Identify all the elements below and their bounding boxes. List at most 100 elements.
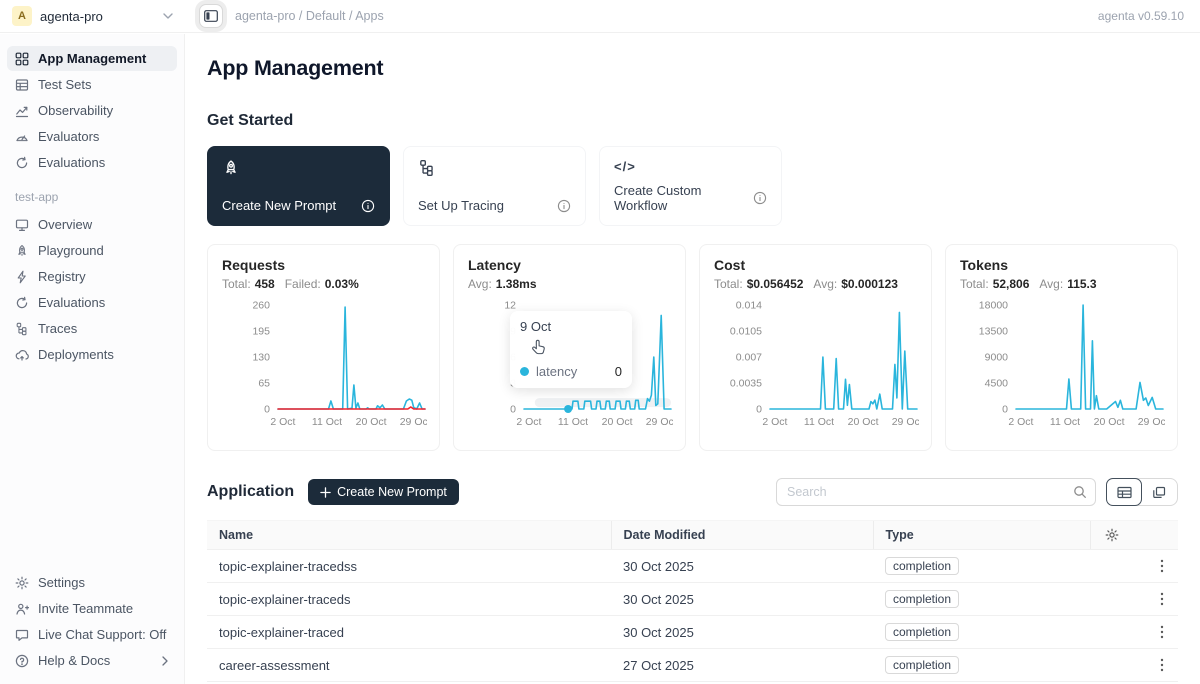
- cost-chart: 00.00350.0070.01050.0142 Oct11 Oct20 Oct…: [714, 297, 919, 437]
- table-row[interactable]: topic-explainer-traced 30 Oct 2025 compl…: [207, 616, 1178, 649]
- sidebar-item-app-management[interactable]: App Management: [7, 46, 177, 71]
- sidebar-item-label: Registry: [38, 269, 86, 284]
- trace-tree-icon: [15, 322, 29, 336]
- sidebar-item-invite-teammate[interactable]: Invite Teammate: [7, 596, 177, 621]
- sidebar-item-evaluators[interactable]: Evaluators: [7, 124, 177, 149]
- type-badge: completion: [885, 590, 959, 608]
- sidebar-item-deployments[interactable]: Deployments: [7, 342, 177, 367]
- svg-text:130: 130: [252, 352, 270, 364]
- info-icon: [557, 199, 571, 213]
- sidebar-item-label: Help & Docs: [38, 653, 110, 668]
- sidebar-item-observability[interactable]: Observability: [7, 98, 177, 123]
- row-actions-button[interactable]: [1158, 656, 1166, 674]
- svg-text:0: 0: [510, 404, 516, 416]
- svg-text:20 Oct: 20 Oct: [848, 416, 879, 428]
- sidebar-item-label: Settings: [38, 575, 85, 590]
- stat-label: Total:: [714, 277, 743, 291]
- series-dot: [520, 367, 529, 376]
- workspace-name: agenta-pro: [40, 9, 103, 24]
- workspace-avatar: A: [12, 6, 32, 26]
- sidebar-item-settings[interactable]: Settings: [7, 570, 177, 595]
- svg-text:2 Oct: 2 Oct: [1008, 416, 1033, 428]
- plus-icon: [320, 487, 331, 498]
- app-name: career-assessment: [207, 649, 611, 682]
- sidebar-item-label: Observability: [38, 103, 113, 118]
- chart-title: Cost: [714, 257, 917, 273]
- svg-text:29 Oct: 29 Oct: [646, 416, 673, 428]
- sidebar-toggle-button[interactable]: [199, 4, 223, 28]
- sidebar-item-evaluations-project[interactable]: Evaluations: [7, 290, 177, 315]
- sidebar-item-playground[interactable]: Playground: [7, 238, 177, 263]
- metrics-cards: Requests Total:458Failed:0.03% 065130195…: [207, 244, 1178, 451]
- stat-value: $0.056452: [747, 277, 804, 291]
- gauge-icon: [15, 130, 29, 144]
- hand-cursor-icon: [530, 337, 549, 356]
- sidebar-item-overview[interactable]: Overview: [7, 212, 177, 237]
- row-actions-button[interactable]: [1158, 623, 1166, 641]
- svg-text:20 Oct: 20 Oct: [1094, 416, 1125, 428]
- breadcrumb[interactable]: agenta-pro / Default / Apps: [235, 9, 384, 23]
- monitor-icon: [15, 218, 29, 232]
- row-actions-button[interactable]: [1158, 557, 1166, 575]
- apps-table: Name Date Modified Type topic-explainer-…: [207, 520, 1178, 682]
- sidebar-item-label: Test Sets: [38, 77, 91, 92]
- table-row[interactable]: career-assessment 27 Oct 2025 completion: [207, 649, 1178, 682]
- lightning-icon: [15, 270, 29, 284]
- app-date-modified: 30 Oct 2025: [611, 583, 873, 616]
- refresh-circle-icon: [15, 156, 29, 170]
- stat-value: 115.3: [1067, 277, 1096, 291]
- svg-text:29 Oct: 29 Oct: [400, 416, 427, 428]
- gear-icon: [15, 576, 29, 590]
- chart-stats: Total:$0.056452Avg:$0.000123: [714, 277, 917, 291]
- sidebar-item-label: Traces: [38, 321, 77, 336]
- chart-title: Latency: [468, 257, 671, 273]
- stat-value: 1.38ms: [496, 277, 537, 291]
- svg-text:9000: 9000: [985, 352, 1009, 364]
- table-view-icon: [1117, 486, 1132, 499]
- sidebar-item-traces[interactable]: Traces: [7, 316, 177, 341]
- app-date-modified: 30 Oct 2025: [611, 616, 873, 649]
- table-view-button[interactable]: [1106, 478, 1142, 506]
- sidebar-item-evaluations[interactable]: Evaluations: [7, 150, 177, 175]
- chart-tooltip: 9 Oct latency 0: [510, 311, 632, 388]
- sidebar-item-live-chat-support[interactable]: Live Chat Support: Off: [7, 622, 177, 647]
- svg-text:0.007: 0.007: [736, 352, 762, 364]
- create-custom-workflow-card[interactable]: </> Create Custom Workflow: [599, 146, 782, 226]
- row-actions-button[interactable]: [1158, 590, 1166, 608]
- column-header-name: Name: [207, 521, 611, 550]
- create-new-prompt-card[interactable]: Create New Prompt: [207, 146, 390, 226]
- svg-text:4500: 4500: [985, 378, 1009, 390]
- stat-value: $0.000123: [841, 277, 898, 291]
- stat-label: Total:: [960, 277, 989, 291]
- svg-text:20 Oct: 20 Oct: [602, 416, 633, 428]
- chart-stats: Total:458Failed:0.03%: [222, 277, 425, 291]
- svg-text:260: 260: [252, 300, 270, 312]
- chevron-down-icon: [163, 13, 173, 20]
- stat-value: 52,806: [993, 277, 1030, 291]
- table-settings-button[interactable]: [1103, 526, 1121, 544]
- svg-text:2 Oct: 2 Oct: [270, 416, 295, 428]
- create-new-prompt-button[interactable]: Create New Prompt: [308, 479, 459, 505]
- workspace-selector[interactable]: A agenta-pro: [0, 6, 185, 26]
- tokens-chart-card: Tokens Total:52,806Avg:115.3 04500900013…: [945, 244, 1178, 451]
- svg-text:0: 0: [756, 404, 762, 416]
- search-box: [776, 478, 1096, 506]
- sidebar-item-registry[interactable]: Registry: [7, 264, 177, 289]
- svg-text:11 Oct: 11 Oct: [804, 416, 834, 428]
- sidebar: App Management Test Sets Observability E…: [0, 34, 185, 684]
- user-add-icon: [15, 602, 29, 616]
- sidebar-item-test-sets[interactable]: Test Sets: [7, 72, 177, 97]
- tooltip-series-label: latency: [536, 364, 577, 379]
- card-view-button[interactable]: [1141, 479, 1177, 505]
- table-row[interactable]: topic-explainer-traceds 30 Oct 2025 comp…: [207, 583, 1178, 616]
- top-bar: A agenta-pro agenta-pro / Default / Apps…: [0, 0, 1200, 33]
- svg-text:65: 65: [258, 378, 270, 390]
- set-up-tracing-card[interactable]: Set Up Tracing: [403, 146, 586, 226]
- search-input[interactable]: [776, 478, 1096, 506]
- app-date-modified: 27 Oct 2025: [611, 649, 873, 682]
- sidebar-item-label: Deployments: [38, 347, 114, 362]
- project-section-label: test-app: [15, 190, 177, 204]
- table-row[interactable]: topic-explainer-tracedss 30 Oct 2025 com…: [207, 550, 1178, 583]
- sidebar-item-help-docs[interactable]: Help & Docs: [7, 648, 177, 673]
- chart-title: Tokens: [960, 257, 1163, 273]
